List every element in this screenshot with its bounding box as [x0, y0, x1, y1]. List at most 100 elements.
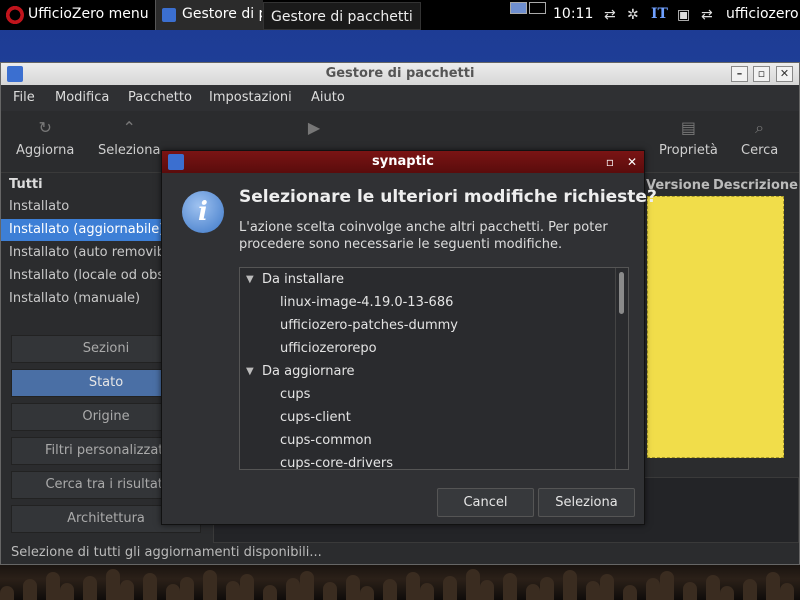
confirm-changes-dialog: synaptic ▫ ✕ i Selezionare le ulteriori …: [161, 150, 657, 525]
reload-button[interactable]: ↻ Aggiorna: [16, 118, 75, 159]
menu-file[interactable]: File: [13, 90, 35, 105]
dialog-message: L'azione scelta coinvolge anche altri pa…: [239, 220, 608, 252]
wallpaper-figure: [780, 583, 794, 600]
ufficiozero-logo-icon[interactable]: [4, 5, 24, 25]
filter-list-header[interactable]: Tutti: [9, 177, 43, 192]
wallpaper-figure: [406, 572, 420, 600]
mark-upgrades-label: Seleziona: [98, 143, 161, 158]
wallpaper-figure: [503, 573, 517, 600]
status-bar: Selezione di tutti gli aggiornamenti dis…: [11, 545, 322, 560]
wallpaper-figure: [346, 575, 360, 600]
workspace-pager[interactable]: [510, 2, 548, 16]
taskbar-tooltip: Gestore di pacchetti: [263, 2, 421, 30]
synaptic-icon: [168, 154, 184, 170]
wallpaper-figure: [60, 583, 74, 600]
properties-icon: ▤: [680, 118, 697, 137]
wallpaper-figure: [120, 580, 134, 600]
reload-label: Aggiorna: [16, 143, 75, 158]
tree-group[interactable]: ▼ Da aggiornare: [240, 360, 616, 383]
settings-gear-icon[interactable]: ✲: [627, 7, 639, 23]
column-header-description[interactable]: Descrizione: [713, 175, 798, 197]
filter-item[interactable]: Installato (manuale): [1, 288, 161, 310]
wallpaper-figure: [660, 571, 674, 600]
window-titlebar[interactable]: Gestore di pacchetti – ▫ ✕: [1, 63, 799, 85]
taskbar-item-label: Gestore di pacchetti: [182, 6, 262, 22]
wallpaper-figure: [83, 576, 97, 600]
wallpaper-figure: [0, 586, 14, 600]
dialog-titlebar[interactable]: synaptic ▫ ✕: [162, 151, 644, 173]
wallpaper-figure: [600, 574, 614, 600]
network-icon[interactable]: ⇄: [604, 7, 616, 23]
tree-item[interactable]: ufficiozerorepo: [280, 337, 377, 360]
expander-down-icon[interactable]: ▼: [246, 268, 254, 291]
window-title: Gestore di pacchetti: [325, 66, 475, 81]
tree-group[interactable]: ▼ Da installare: [240, 268, 616, 291]
scrollbar-thumb[interactable]: [619, 272, 624, 314]
wallpaper-figure: [143, 573, 157, 600]
synaptic-icon: [162, 8, 176, 22]
filter-item[interactable]: Installato (auto removibile): [1, 242, 161, 264]
wallpaper-figure: [586, 581, 600, 600]
wallpaper-figure: [480, 580, 494, 600]
properties-label: Proprietà: [659, 143, 718, 158]
apply-button[interactable]: ▶: [305, 119, 323, 143]
filter-item[interactable]: Installato: [1, 196, 161, 218]
tree-group-label: Da aggiornare: [262, 364, 355, 379]
search-label: Cerca: [741, 143, 779, 158]
close-button[interactable]: ✕: [776, 66, 793, 82]
tree-item[interactable]: cups-core-drivers: [280, 452, 393, 469]
cancel-button[interactable]: Cancel: [437, 488, 534, 517]
workspace-2[interactable]: [529, 2, 546, 14]
wallpaper-figure: [623, 585, 637, 600]
info-icon: i: [182, 191, 224, 233]
mark-upgrades-button[interactable]: ⌃ Seleziona: [98, 119, 161, 159]
sync-icon[interactable]: ⇄: [701, 7, 713, 23]
menu-package[interactable]: Pacchetto: [128, 90, 192, 105]
wallpaper-figure: [286, 578, 300, 600]
expander-down-icon[interactable]: ▼: [246, 360, 254, 383]
wallpaper-figure: [23, 579, 37, 600]
close-button[interactable]: ✕: [624, 154, 640, 170]
tree-item[interactable]: cups-common: [280, 429, 372, 452]
desktop-wallpaper-strip: [0, 565, 800, 600]
wallpaper-figure: [300, 571, 314, 600]
wallpaper-figure: [526, 584, 540, 600]
top-panel: UfficioZero menu Gestore di pacchetti Ge…: [0, 0, 800, 30]
dialog-heading: Selezionare le ulteriori modifiche richi…: [239, 187, 657, 207]
scrollbar[interactable]: [615, 268, 628, 469]
tree-item[interactable]: linux-image-4.19.0-13-686: [280, 291, 453, 314]
menu-edit[interactable]: Modifica: [55, 90, 109, 105]
confirm-select-button[interactable]: Seleziona: [538, 488, 635, 517]
filter-item-selected[interactable]: Installato (aggiornabile): [1, 219, 161, 241]
app-menu-button[interactable]: UfficioZero menu: [28, 6, 149, 22]
keyboard-layout-indicator[interactable]: IT: [651, 6, 668, 22]
wallpaper-figure: [540, 577, 554, 600]
menu-settings[interactable]: Impostazioni: [209, 90, 292, 105]
synaptic-icon: [7, 66, 23, 82]
wallpaper-figure: [106, 569, 120, 600]
wallpaper-figure: [563, 570, 577, 600]
package-list-highlight: [647, 196, 784, 458]
image-icon[interactable]: ▣: [677, 7, 690, 23]
changes-tree[interactable]: ▼ Da installare linux-image-4.19.0-13-68…: [239, 267, 629, 470]
wallpaper-figure: [46, 572, 60, 600]
search-button[interactable]: ⌕ Cerca: [741, 119, 779, 159]
tree-item[interactable]: cups: [280, 383, 310, 406]
workspace-1[interactable]: [510, 2, 527, 14]
wallpaper-figure: [383, 579, 397, 600]
clock[interactable]: 10:11: [553, 6, 593, 22]
taskbar-item-package-manager[interactable]: Gestore di pacchetti: [155, 0, 263, 30]
filter-item[interactable]: Installato (locale od obsoleto): [1, 265, 161, 287]
maximize-button[interactable]: ▫: [602, 154, 618, 170]
menu-help[interactable]: Aiuto: [311, 90, 345, 105]
wallpaper-figure: [166, 584, 180, 600]
minimize-button[interactable]: –: [731, 66, 748, 82]
tree-item[interactable]: ufficiozero-patches-dummy: [280, 314, 458, 337]
reload-icon: ↻: [38, 118, 52, 137]
wallpaper-figure: [240, 574, 254, 600]
wallpaper-figure: [323, 582, 337, 600]
user-menu[interactable]: ufficiozero: [726, 6, 799, 22]
properties-button[interactable]: ▤ Proprietà: [659, 118, 718, 159]
maximize-button[interactable]: ▫: [753, 66, 770, 82]
tree-item[interactable]: cups-client: [280, 406, 351, 429]
